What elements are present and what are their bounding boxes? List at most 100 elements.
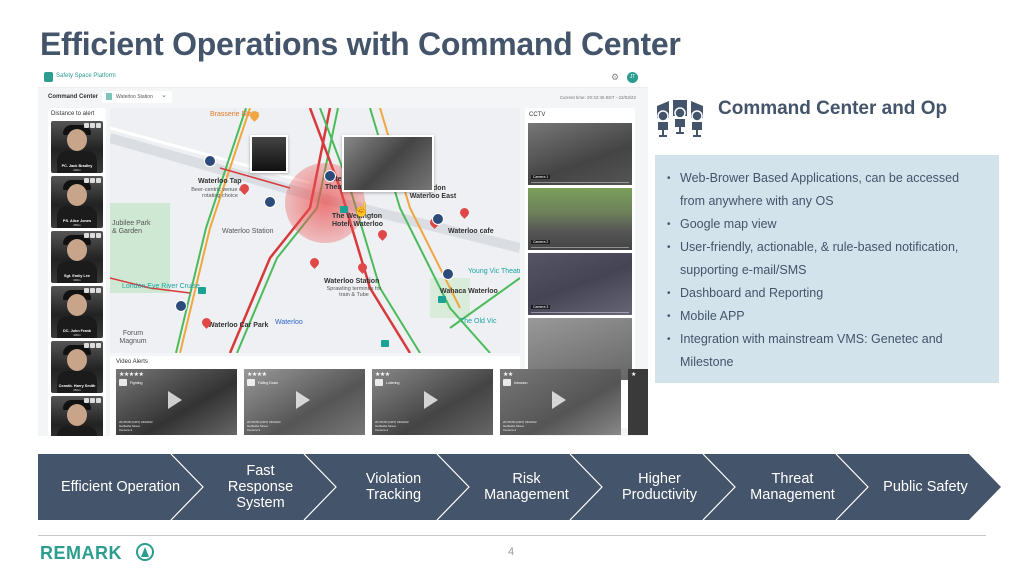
flow-separator bbox=[702, 454, 736, 520]
place-label: Forum Magnum bbox=[119, 330, 147, 345]
call-icon[interactable] bbox=[84, 288, 89, 293]
officer-face bbox=[67, 239, 87, 261]
current-time: Current time: 20:42:45 BST - 22/03/22 bbox=[559, 95, 636, 100]
alert-stars: ★★★★★ bbox=[119, 372, 144, 378]
message-icon[interactable] bbox=[90, 233, 95, 238]
alert-icon[interactable] bbox=[96, 123, 101, 128]
camera-label: Camera 2 bbox=[531, 240, 551, 244]
video-progress[interactable] bbox=[531, 181, 629, 183]
video-progress[interactable] bbox=[531, 246, 629, 248]
video-alert-card[interactable]: ★★★ Loitering 20:35:08 (GMT) 23/03/22 Harfl… bbox=[372, 369, 493, 435]
flow-separator bbox=[569, 454, 603, 520]
place-label: Waterloo Station bbox=[222, 228, 274, 235]
officer-distance: 450m bbox=[73, 388, 81, 392]
officer-card[interactable]: PC. Jack Bradley 200m bbox=[51, 121, 103, 173]
officer-marker-icon[interactable] bbox=[264, 196, 276, 208]
video-alert-card[interactable]: ★★★★★ Fighting 20:35:08 (GMT) 23/03/22 Harf… bbox=[116, 369, 237, 435]
alert-meta: 20:35:08 (GMT) 23/03/22 Harfleida Street C… bbox=[247, 420, 281, 432]
officer-body bbox=[57, 426, 97, 436]
message-icon[interactable] bbox=[90, 178, 95, 183]
officer-face bbox=[67, 184, 87, 206]
officer-distance: 200m bbox=[73, 168, 81, 172]
app-header: Safety Space Platform ⚙ JT bbox=[38, 68, 648, 88]
feature-list: Web-Brower Based Applications, can be ac… bbox=[667, 167, 987, 374]
officers-panel: Distance to alert PC. Jack Bradley 200m PS… bbox=[48, 108, 106, 436]
alert-camera: Camera 2 bbox=[119, 428, 133, 432]
play-icon[interactable] bbox=[168, 391, 182, 409]
alert-icon[interactable] bbox=[96, 398, 101, 403]
feature-item: User-friendly, actionable, & rule-based … bbox=[667, 236, 987, 282]
video-progress[interactable] bbox=[531, 311, 629, 313]
alert-icon[interactable] bbox=[96, 178, 101, 183]
officer-card[interactable]: PS. Alice Jones 250m bbox=[51, 176, 103, 228]
page-number: 4 bbox=[508, 546, 515, 558]
officer-card[interactable]: DC. John Frank 400m bbox=[51, 286, 103, 338]
officer-distance: 300m bbox=[73, 278, 81, 282]
video-alert-card[interactable]: ★ bbox=[628, 369, 648, 435]
message-icon[interactable] bbox=[90, 123, 95, 128]
camera-marker-icon[interactable] bbox=[438, 296, 446, 303]
officer-marker-icon[interactable] bbox=[442, 268, 454, 280]
place-desc: Sprawling terminus for train & Tube bbox=[326, 286, 382, 298]
play-icon[interactable] bbox=[424, 391, 438, 409]
place-label: London Eye River Cruise bbox=[122, 283, 200, 290]
benefit-flow: Efficient Operation Fast Response System V… bbox=[38, 454, 1002, 520]
officer-marker-icon[interactable] bbox=[432, 213, 444, 225]
officer-marker-icon[interactable] bbox=[324, 170, 336, 182]
video-alert-card[interactable]: ★★★★ Falling Down 20:35:08 (GMT) 23/03/22 H… bbox=[244, 369, 365, 435]
alert-camera: Camera 3 bbox=[247, 428, 261, 432]
feature-item: Google map view bbox=[667, 213, 987, 236]
play-icon[interactable] bbox=[296, 391, 310, 409]
place-label: Jubilee Park & Garden bbox=[112, 220, 151, 235]
flow-separators bbox=[170, 454, 869, 520]
platform-logo-icon bbox=[44, 72, 53, 82]
green-area bbox=[430, 278, 470, 318]
officer-marker-icon[interactable] bbox=[204, 155, 216, 167]
camera-marker-icon[interactable] bbox=[340, 206, 348, 213]
video-alert-card[interactable]: ★★ Intrusion 20:35:08 (GMT) 23/03/22 Harfle… bbox=[500, 369, 621, 435]
alert-stars: ★★★ bbox=[375, 372, 390, 378]
officer-card[interactable] bbox=[51, 396, 103, 436]
officer-marker-icon[interactable] bbox=[175, 300, 187, 312]
gear-icon[interactable]: ⚙ bbox=[611, 73, 619, 82]
slide-title: Efficient Operations with Command Center bbox=[40, 26, 681, 62]
call-icon[interactable] bbox=[84, 343, 89, 348]
officer-card[interactable]: Sgt. Emily Lee 300m bbox=[51, 231, 103, 283]
avatar[interactable]: JT bbox=[627, 72, 638, 83]
officer-popup[interactable] bbox=[250, 135, 288, 173]
play-icon[interactable] bbox=[552, 391, 566, 409]
message-icon[interactable] bbox=[90, 343, 95, 348]
cctv-feed[interactable]: Camera 2 bbox=[528, 188, 632, 250]
officer-card[interactable]: Constb. Harry Smith 450m bbox=[51, 341, 103, 393]
incident-video-popup[interactable] bbox=[342, 135, 434, 192]
call-icon[interactable] bbox=[84, 398, 89, 403]
place-label: Waterloo cafe bbox=[448, 228, 494, 235]
alert-stars: ★★ bbox=[503, 372, 513, 378]
camera-marker-icon[interactable] bbox=[381, 340, 389, 347]
cctv-feed[interactable]: Camera 3 bbox=[528, 253, 632, 315]
alert-icon[interactable] bbox=[96, 343, 101, 348]
officer-action-icons bbox=[84, 123, 101, 128]
footer-divider bbox=[38, 535, 986, 536]
feature-item: Integration with mainstream VMS: Genetec… bbox=[667, 328, 987, 374]
map-view[interactable]: Brasserie Blanc Waterloo Tap Beer-centri… bbox=[110, 108, 520, 353]
officer-list: PC. Jack Bradley 200m PS. Alice Jones 250m S… bbox=[48, 121, 106, 436]
location-select[interactable]: Waterloo Station bbox=[102, 91, 172, 103]
alert-camera: Camera 2 bbox=[375, 428, 389, 432]
cctv-feed[interactable]: Camera 1 bbox=[528, 123, 632, 185]
officer-face bbox=[67, 294, 87, 316]
call-icon[interactable] bbox=[84, 178, 89, 183]
alert-icon[interactable] bbox=[96, 288, 101, 293]
call-icon[interactable] bbox=[84, 123, 89, 128]
feature-item: Dashboard and Reporting bbox=[667, 282, 987, 305]
alert-type-icon bbox=[119, 379, 127, 386]
call-icon[interactable] bbox=[84, 233, 89, 238]
message-icon[interactable] bbox=[90, 288, 95, 293]
alert-icon[interactable] bbox=[96, 233, 101, 238]
place-label: Waterloo bbox=[275, 319, 303, 326]
app-subheader: Command Center Waterloo Station Current … bbox=[38, 88, 648, 106]
platform-name: Safety Space Platform bbox=[56, 73, 116, 79]
camera-marker-icon[interactable] bbox=[198, 287, 206, 294]
officer-action-icons bbox=[84, 398, 101, 403]
message-icon[interactable] bbox=[90, 398, 95, 403]
